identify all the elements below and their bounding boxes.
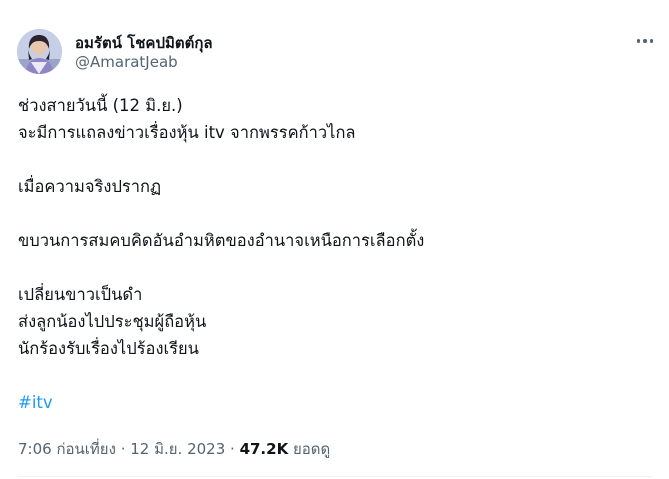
tweet-line — [18, 200, 648, 227]
tweet-line: นักร้องรับเรื่องไปร้องเรียน — [18, 339, 199, 358]
author-avatar[interactable] — [17, 29, 62, 74]
tweet-line — [18, 362, 648, 389]
views-label: ยอดดู — [292, 440, 331, 458]
author-display-name[interactable]: อมรัตน์ โชคปมิตต์กุล — [75, 31, 213, 55]
tweet-line: เมื่อความจริงปรากฏ — [18, 177, 162, 196]
views-count: 47.2K — [239, 440, 289, 458]
hashtag-link[interactable]: #itv — [18, 393, 53, 412]
tweet-line: จะมีการแถลงข่าวเรื่องหุ้น itv จากพรรคก้า… — [18, 123, 356, 142]
tweet-text: ช่วงสายวันนี้ (12 มิ.ย.) จะมีการแถลงข่าว… — [18, 92, 648, 416]
divider — [18, 476, 652, 477]
more-options-button[interactable] — [628, 29, 662, 53]
tweet-meta: 7:06 ก่อนเที่ยง · 12 มิ.ย. 2023 · 47.2K … — [18, 437, 330, 461]
tweet-line — [18, 146, 648, 173]
tweet-line: ช่วงสายวันนี้ (12 มิ.ย.) — [18, 96, 183, 115]
tweet-line — [18, 254, 648, 281]
tweet-line: ขบวนการสมคบคิดอันอำมหิตของอำนาจเหนือการเ… — [18, 231, 425, 250]
ellipsis-horizontal-icon — [635, 39, 655, 43]
tweet-line: ส่งลูกน้องไปประชุมผู้ถือหุ้น — [18, 312, 207, 331]
tweet-card: อมรัตน์ โชคปมิตต์กุล @AmaratJeab ช่วงสาย… — [0, 0, 669, 479]
profile-photo-icon — [17, 29, 62, 74]
tweet-line: เปลี่ยนขาวเป็นดำ — [18, 285, 143, 304]
tweet-timestamp[interactable]: 7:06 ก่อนเที่ยง · 12 มิ.ย. 2023 · — [18, 440, 235, 458]
hashtag-line: #itv — [18, 389, 648, 416]
author-handle[interactable]: @AmaratJeab — [75, 53, 178, 71]
